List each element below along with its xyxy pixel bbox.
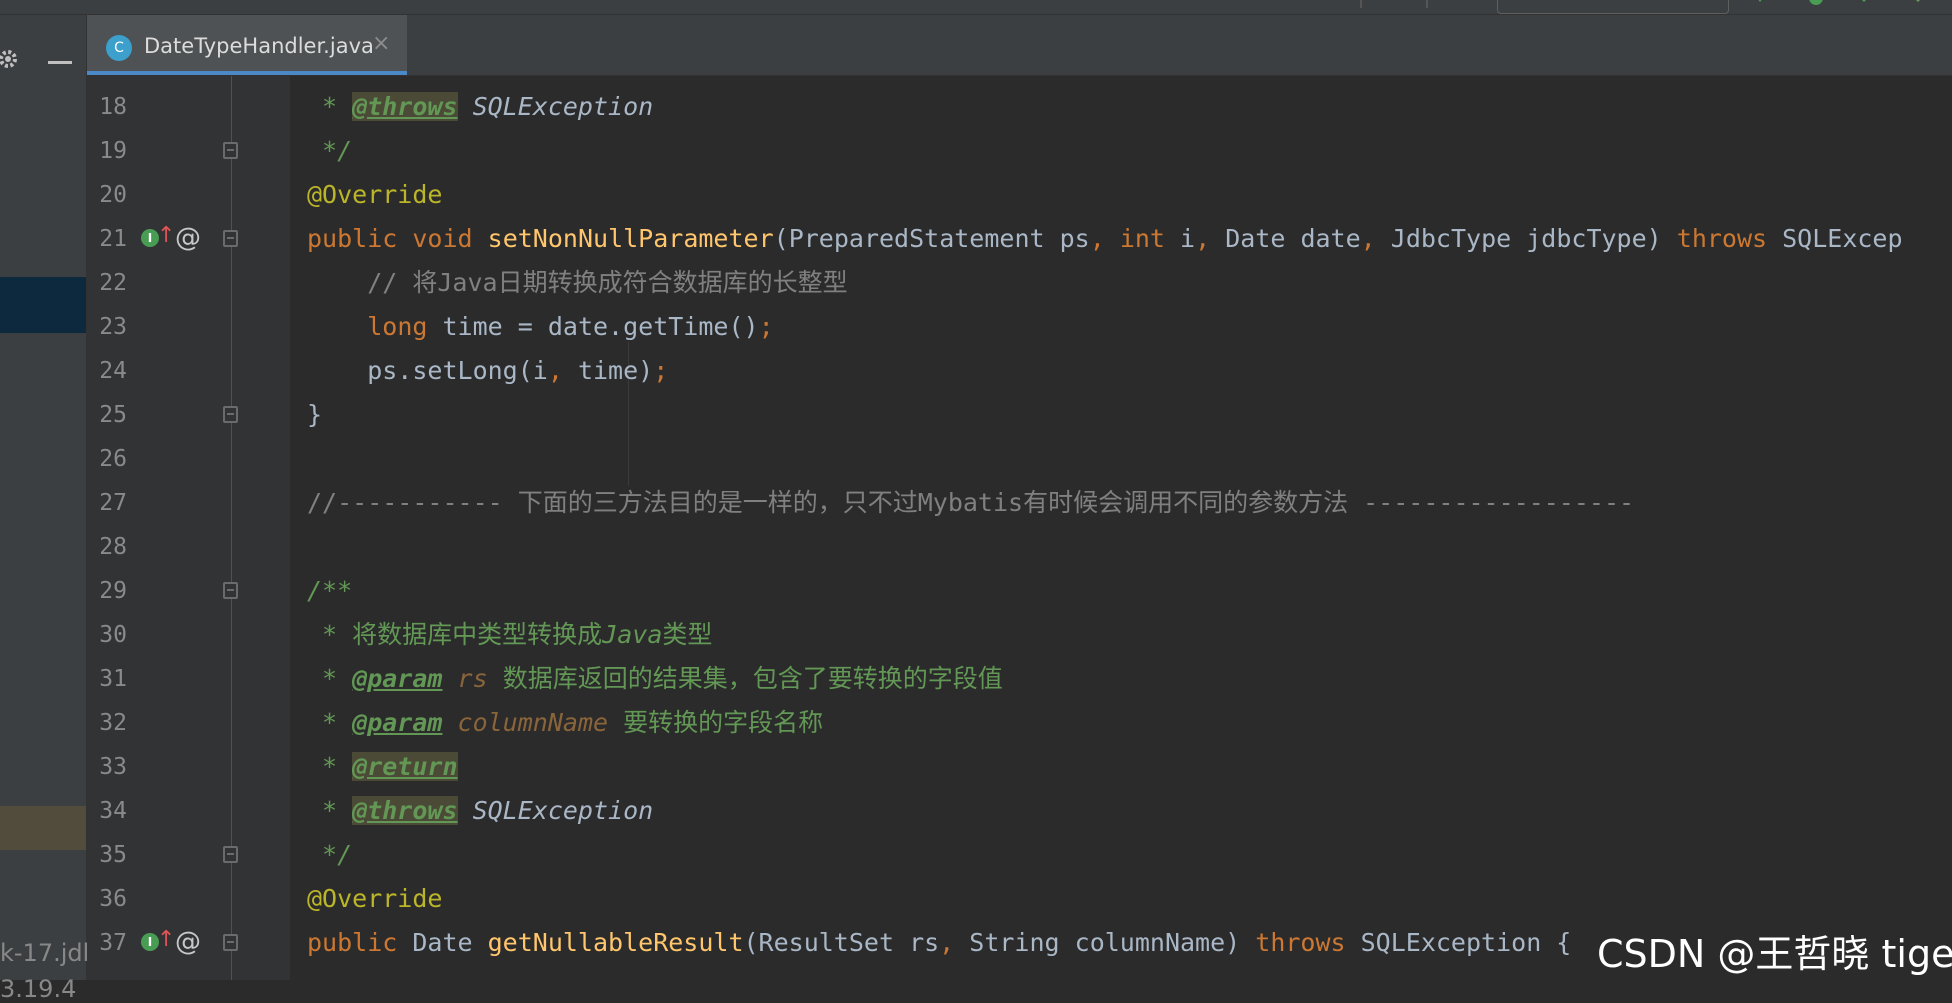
code-line: 20 @Override	[0, 173, 1952, 217]
code-line: 36 @Override	[0, 877, 1952, 921]
code-text[interactable]: //----------- 下面的三方法目的是一样的，只不过Mybatis有时候…	[307, 481, 1634, 525]
code-text[interactable]: * 将数据库中类型转换成Java类型	[307, 613, 712, 657]
code-line: 26	[0, 437, 1952, 481]
run-icon[interactable]	[1752, 0, 1768, 10]
line-number: 29	[99, 578, 127, 604]
line-number: 19	[99, 138, 127, 164]
annotation-at-icon[interactable]: @	[175, 223, 201, 253]
code-line: 18 * @throws SQLException	[0, 85, 1952, 129]
code-line: 27 //----------- 下面的三方法目的是一样的，只不过Mybatis…	[0, 481, 1952, 525]
tree-item-library[interactable]: 3.19.4	[0, 975, 76, 1003]
fold-icon[interactable]	[223, 846, 238, 863]
hide-panel-icon[interactable]	[48, 61, 72, 64]
code-line: 19 */	[0, 129, 1952, 173]
line-number: 23	[99, 314, 127, 340]
code-text[interactable]: // 将Java日期转换成符合数据库的长整型	[307, 261, 847, 305]
code-text[interactable]: * @throws SQLException	[307, 789, 653, 833]
toolbar-divider	[1360, 0, 1362, 8]
code-line: 30 * 将数据库中类型转换成Java类型	[0, 613, 1952, 657]
line-number: 35	[99, 842, 127, 868]
code-text[interactable]: * @param rs 数据库返回的结果集，包含了要转换的字段值	[307, 657, 1003, 701]
code-line: 34 * @throws SQLException	[0, 789, 1952, 833]
code-text[interactable]: }	[307, 393, 322, 437]
code-text[interactable]: @Override	[307, 877, 442, 921]
editor-tab-bar: C DateTypeHandler.java ×	[87, 15, 1952, 76]
line-number: 22	[99, 270, 127, 296]
close-icon[interactable]: ×	[372, 31, 390, 56]
fold-icon[interactable]	[223, 406, 238, 423]
line-number: 25	[99, 402, 127, 428]
toolbar-divider	[1426, 0, 1428, 8]
override-arrow-icon[interactable]: ↑	[157, 223, 175, 249]
code-text[interactable]: long time = date.getTime();	[307, 305, 773, 349]
code-text[interactable]: * @throws SQLException	[307, 85, 653, 129]
code-line: 22 // 将Java日期转换成符合数据库的长整型	[0, 261, 1952, 305]
line-number: 18	[99, 94, 127, 120]
line-number: 36	[99, 886, 127, 912]
line-number: 27	[99, 490, 127, 516]
code-line: 31 * @param rs 数据库返回的结果集，包含了要转换的字段值	[0, 657, 1952, 701]
run-configuration-selector[interactable]	[1497, 0, 1729, 14]
code-text[interactable]: */	[307, 833, 352, 877]
annotation-at-icon[interactable]: @	[175, 927, 201, 957]
code-line: 21 I ↑ @ public void setNonNullParameter…	[0, 217, 1952, 261]
java-class-icon: C	[106, 35, 132, 61]
tab-label: DateTypeHandler.java	[144, 34, 374, 58]
code-line: 32 * @param columnName 要转换的字段名称	[0, 701, 1952, 745]
code-line: 28	[0, 525, 1952, 569]
line-number: 37	[99, 930, 127, 956]
code-text[interactable]: * @param columnName 要转换的字段名称	[307, 701, 823, 745]
debug-icon[interactable]	[1808, 0, 1824, 10]
fold-icon[interactable]	[223, 230, 238, 247]
code-text[interactable]: * @return	[307, 745, 458, 789]
line-number: 26	[99, 446, 127, 472]
code-line: 25 }	[0, 393, 1952, 437]
code-line: 29 /**	[0, 569, 1952, 613]
gear-icon[interactable]	[0, 47, 22, 71]
coverage-icon[interactable]	[1856, 0, 1872, 10]
line-number: 31	[99, 666, 127, 692]
profile-icon[interactable]	[1910, 0, 1926, 10]
line-number: 32	[99, 710, 127, 736]
fold-icon[interactable]	[223, 142, 238, 159]
code-text[interactable]: /**	[307, 569, 352, 613]
code-text[interactable]: @Override	[307, 173, 442, 217]
line-number: 30	[99, 622, 127, 648]
code-text[interactable]: ps.setLong(i, time);	[307, 349, 668, 393]
line-number: 20	[99, 182, 127, 208]
fold-icon[interactable]	[223, 582, 238, 599]
line-number: 34	[99, 798, 127, 824]
code-line: 35 */	[0, 833, 1952, 877]
line-number: 24	[99, 358, 127, 384]
code-line: 23 long time = date.getTime();	[0, 305, 1952, 349]
code-line: 24 ps.setLong(i, time);	[0, 349, 1952, 393]
watermark: CSDN @王哲晓 tiger	[1597, 932, 1952, 976]
code-text[interactable]: public Date getNullableResult(ResultSet …	[307, 921, 1571, 965]
fold-icon[interactable]	[223, 934, 238, 951]
line-number: 33	[99, 754, 127, 780]
line-number: 28	[99, 534, 127, 560]
code-text[interactable]: */	[307, 129, 352, 173]
code-line: 33 * @return	[0, 745, 1952, 789]
line-number: 21	[99, 226, 127, 252]
override-arrow-icon[interactable]: ↑	[157, 927, 175, 953]
code-text[interactable]: public void setNonNullParameter(Prepared…	[307, 217, 1903, 261]
main-toolbar	[0, 0, 1952, 15]
tab-datetypehandler[interactable]: C DateTypeHandler.java ×	[87, 15, 407, 75]
